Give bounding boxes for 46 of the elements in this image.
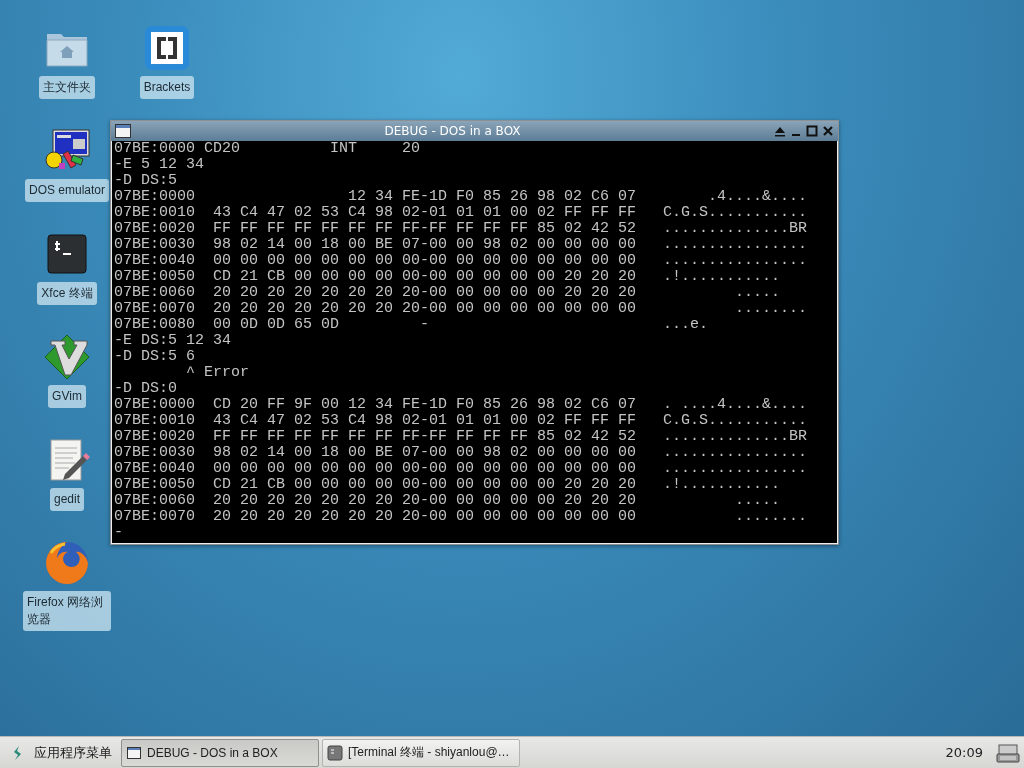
taskbar-button[interactable]: DEBUG - DOS in a BOX: [121, 738, 319, 767]
terminal-line: -D DS:5: [114, 173, 177, 189]
icon-label[interactable]: Brackets: [139, 76, 195, 99]
icon-label[interactable]: GVim: [48, 385, 86, 408]
icon-label[interactable]: DOS emulator: [25, 179, 109, 202]
brackets-logo-icon[interactable]: [143, 24, 191, 72]
applications-menu[interactable]: 应用程序菜单: [4, 738, 118, 767]
terminal-line: 07BE:0070 20 20 20 20 20 20 20 20-00 00 00 00 00 00 00 00 ........: [114, 301, 808, 317]
terminal-line: 07BE:0000 12 34 FE-1D F0 85 26 98 02 C6 07 .4....&....: [114, 189, 808, 205]
terminal-line: 07BE:0000 CD20 INT 20: [114, 141, 421, 157]
terminal-line: -E DS:5 12 34: [114, 333, 232, 349]
terminal-line: -: [114, 525, 123, 541]
terminal-line: 07BE:0040 00 00 00 00 00 00 00 00-00 00 00 00 00 00 00 00 ................: [114, 461, 808, 477]
terminal-line: 07BE:0060 20 20 20 20 20 20 20 20-00 00 00 00 00 20 20 20 .....: [114, 285, 781, 301]
terminal-line: 07BE:0040 00 00 00 00 00 00 00 00-00 00 00 00 00 00 00 00 ................: [114, 253, 808, 269]
icon-label[interactable]: 主文件夹: [39, 76, 95, 99]
terminal-line: 07BE:0010 43 C4 47 02 53 C4 98 02-01 01 01 00 02 FF FF FF C.G.S...........: [114, 205, 808, 221]
terminal-line: 07BE:0000 CD 20 FF 9F 00 12 34 FE-1D F0 85 26 98 02 C6 07 . ....4....&....: [114, 397, 808, 413]
shade-icon[interactable]: [774, 125, 786, 137]
terminal-line: 07BE:0020 FF FF FF FF FF FF FF FF-FF FF FF FF 85 02 42 52 ..............BR: [114, 221, 808, 237]
terminal-line: 07BE:0050 CD 21 CB 00 00 00 00 00-00 00 00 00 00 20 20 20 .!...........: [114, 269, 781, 285]
window-icon: [126, 744, 142, 761]
window-title: DEBUG - DOS in a BOX: [383, 124, 522, 138]
terminal-line: 07BE:0030 98 02 14 00 18 00 BE 07-00 00 98 02 00 00 00 00 ................: [114, 237, 808, 253]
icon-label[interactable]: gedit: [50, 488, 84, 511]
terminal-line: 07BE:0060 20 20 20 20 20 20 20 20-00 00 00 00 00 20 20 20 .....: [114, 493, 781, 509]
icon-label[interactable]: Xfce 终端: [37, 282, 97, 305]
close-icon[interactable]: [822, 125, 834, 137]
terminal-line: 07BE:0050 CD 21 CB 00 00 00 00 00-00 00 00 00 00 20 20 20 .!...........: [114, 477, 781, 493]
window-menu-icon[interactable]: [115, 124, 131, 138]
maximize-icon[interactable]: [806, 125, 818, 137]
terminal-line: 07BE:0020 FF FF FF FF FF FF FF FF-FF FF FF FF 85 02 42 52 ..............BR: [114, 429, 808, 445]
terminal-line: -D DS:5 6: [114, 349, 195, 365]
terminal-line: ^ Error: [185, 365, 250, 381]
terminal-line: -E 5 12 34: [114, 157, 204, 173]
terminal-line: 07BE:0010 43 C4 47 02 53 C4 98 02-01 01 01 00 02 FF FF FF C.G.S...........: [114, 413, 808, 429]
terminal-line: 07BE:0030 98 02 14 00 18 00 BE 07-00 00 98 02 00 00 00 00 ................: [114, 445, 808, 461]
terminal-line: -D DS:0: [114, 381, 177, 397]
firefox-logo-icon[interactable]: [43, 539, 91, 587]
drive-icon[interactable]: [996, 741, 1020, 764]
icon-label[interactable]: Firefox 网络浏览器: [23, 591, 111, 631]
terminal-line: 07BE:0070 20 20 20 20 20 20 20 20-00 00 00 00 00 00 00 00 ........: [114, 509, 808, 525]
terminal-line: 07BE:0080 00 0D 0D 65 0D - ...e.: [114, 317, 709, 333]
vim-logo-icon[interactable]: [43, 333, 91, 381]
clock[interactable]: 20:09: [945, 745, 983, 760]
taskbar-button[interactable]: [Terminal 终端 - shiyanlou@…: [322, 738, 520, 767]
